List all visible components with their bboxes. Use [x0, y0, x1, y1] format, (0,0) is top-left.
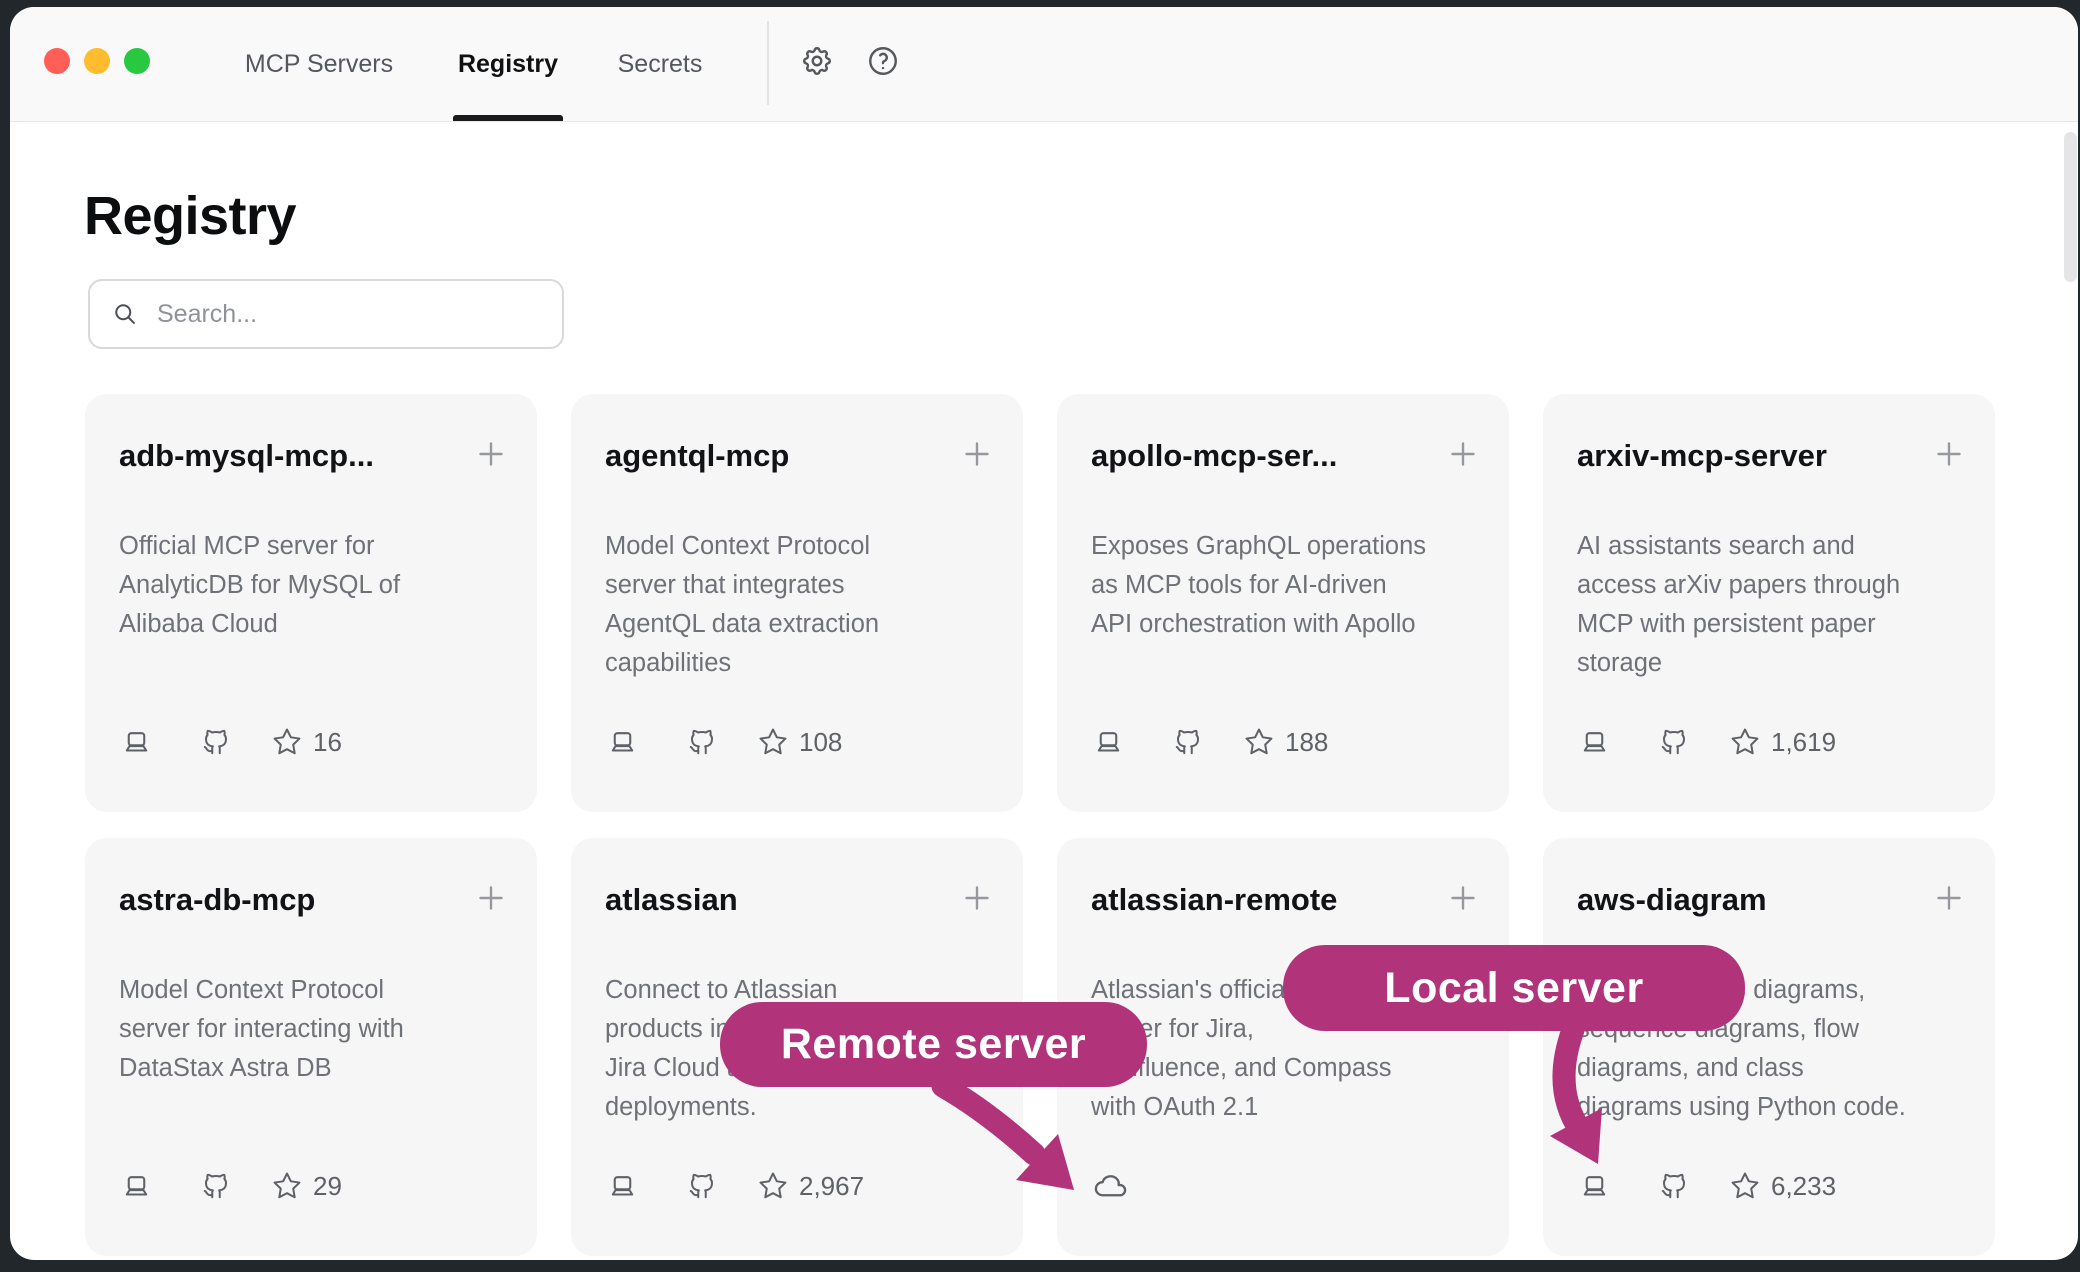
add-server-button[interactable] [471, 878, 511, 918]
laptop-icon [1093, 727, 1124, 758]
laptop-icon [1579, 1171, 1610, 1202]
plus-icon [959, 436, 995, 472]
server-card-agentql-mcp[interactable]: agentql-mcp Model Context Protocol serve… [571, 394, 1023, 812]
local-server-callout: Local server [1283, 945, 1745, 1031]
star-icon [1244, 727, 1274, 757]
remote-server-callout: Remote server [720, 1002, 1147, 1087]
server-card-adb-mysql-mcp[interactable]: adb-mysql-mcp... Official MCP server for… [85, 394, 537, 812]
add-server-button[interactable] [1929, 878, 1969, 918]
server-card-arxiv-mcp-server[interactable]: arxiv-mcp-server AI assistants search an… [1543, 394, 1995, 812]
server-name: atlassian [605, 882, 738, 918]
github-icon [201, 1171, 231, 1201]
star-count: 1,619 [1771, 727, 1836, 758]
github-icon [1659, 1171, 1689, 1201]
minimize-window-button[interactable] [84, 48, 110, 74]
tab-mcp-servers[interactable]: MCP Servers [245, 7, 393, 122]
add-server-button[interactable] [1443, 434, 1483, 474]
add-server-button[interactable] [1443, 878, 1483, 918]
search-icon [112, 301, 139, 328]
server-card-apollo-mcp-ser[interactable]: apollo-mcp-ser... Exposes GraphQL operat… [1057, 394, 1509, 812]
laptop-icon [121, 727, 152, 758]
star-icon [272, 1171, 302, 1201]
cloud-icon [1093, 1169, 1128, 1204]
tab-registry[interactable]: Registry [458, 7, 558, 122]
add-server-button[interactable] [1929, 434, 1969, 474]
server-card-footer: 6,233 [1579, 1168, 1836, 1204]
server-card-astra-db-mcp[interactable]: astra-db-mcp Model Context Protocol serv… [85, 838, 537, 1256]
tab-secrets[interactable]: Secrets [618, 7, 703, 122]
server-card-footer [1093, 1168, 1128, 1204]
server-card-footer: 29 [121, 1168, 342, 1204]
laptop-icon [1579, 727, 1610, 758]
search-box [88, 279, 564, 349]
settings-button[interactable] [795, 39, 839, 83]
plus-icon [1931, 880, 1967, 916]
server-name: astra-db-mcp [119, 882, 315, 918]
star-count: 16 [313, 727, 342, 758]
server-description: Exposes GraphQL operations as MCP tools … [1091, 527, 1481, 644]
page-title: Registry [84, 185, 296, 247]
star-count: 29 [313, 1171, 342, 1202]
search-input[interactable] [155, 299, 550, 330]
star-icon [1730, 1171, 1760, 1201]
add-server-button[interactable] [471, 434, 511, 474]
server-name: apollo-mcp-ser... [1091, 438, 1337, 474]
server-card-footer: 2,967 [607, 1168, 864, 1204]
github-icon [687, 1171, 717, 1201]
add-server-button[interactable] [957, 878, 997, 918]
server-card-footer: 188 [1093, 724, 1328, 760]
star-icon [758, 727, 788, 757]
server-name: agentql-mcp [605, 438, 789, 474]
star-icon [758, 1171, 788, 1201]
plus-icon [1445, 436, 1481, 472]
server-name: arxiv-mcp-server [1577, 438, 1827, 474]
help-button[interactable] [861, 39, 905, 83]
server-card-footer: 108 [607, 724, 842, 760]
star-icon [1730, 727, 1760, 757]
active-tab-indicator [453, 115, 563, 121]
laptop-icon [607, 1171, 638, 1202]
server-description: Model Context Protocol server for intera… [119, 971, 509, 1088]
laptop-icon [607, 727, 638, 758]
toolbar-divider [767, 21, 769, 105]
server-name: adb-mysql-mcp... [119, 438, 374, 474]
star-icon [272, 727, 302, 757]
add-server-button[interactable] [957, 434, 997, 474]
vertical-scrollbar-thumb[interactable] [2064, 132, 2077, 282]
help-icon [866, 44, 900, 78]
window-titlebar: MCP Servers Registry Secrets [10, 7, 2078, 122]
plus-icon [473, 436, 509, 472]
github-icon [1659, 727, 1689, 757]
laptop-icon [121, 1171, 152, 1202]
github-icon [201, 727, 231, 757]
plus-icon [1931, 436, 1967, 472]
server-description: Model Context Protocol server that integ… [605, 527, 995, 683]
gear-icon [800, 44, 834, 78]
server-description: AI assistants search and access arXiv pa… [1577, 527, 1967, 683]
server-card-footer: 1,619 [1579, 724, 1836, 760]
github-icon [687, 727, 717, 757]
star-count: 2,967 [799, 1171, 864, 1202]
plus-icon [1445, 880, 1481, 916]
github-icon [1173, 727, 1203, 757]
server-name: atlassian-remote [1091, 882, 1337, 918]
zoom-window-button[interactable] [124, 48, 150, 74]
server-card-aws-diagram[interactable]: aws-diagram Generate AWS diagrams, seque… [1543, 838, 1995, 1256]
star-count: 188 [1285, 727, 1328, 758]
close-window-button[interactable] [44, 48, 70, 74]
star-count: 6,233 [1771, 1171, 1836, 1202]
server-description: Official MCP server for AnalyticDB for M… [119, 527, 509, 644]
plus-icon [959, 880, 995, 916]
server-name: aws-diagram [1577, 882, 1767, 918]
star-count: 108 [799, 727, 842, 758]
registry-card-grid: adb-mysql-mcp... Official MCP server for… [85, 394, 1995, 1256]
plus-icon [473, 880, 509, 916]
server-card-footer: 16 [121, 724, 342, 760]
